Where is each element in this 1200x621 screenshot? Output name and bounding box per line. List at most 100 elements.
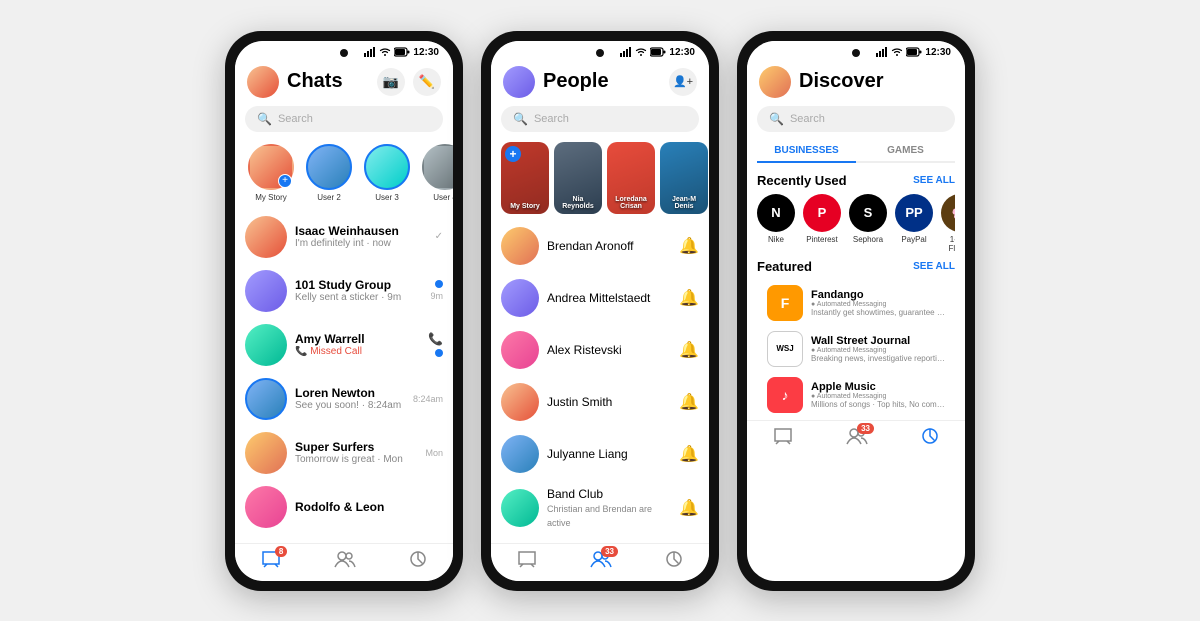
people-item[interactable]: Band ClubChristian and Brendan are activ… (491, 480, 709, 536)
nav-btn-1[interactable]: 33 (846, 427, 868, 450)
people-story-item[interactable]: Jean-M Denis (660, 142, 708, 214)
status-icons (876, 47, 922, 57)
people-screen: 12:30 People 👤+ 🔍Search + My Story Nia R… (491, 41, 709, 581)
chat-info: Loren Newton See you soon! · 8:24am (295, 386, 405, 411)
featured-icon: ♪ (767, 377, 803, 413)
featured-name: Apple Music (811, 381, 945, 393)
chat-meta: 9m (430, 280, 443, 301)
add-person-button[interactable]: 👤+ (669, 68, 697, 96)
unread-badge (435, 280, 443, 288)
nav-btn-2[interactable] (409, 550, 427, 573)
discover-header: Discover (747, 60, 965, 102)
people-action-icon[interactable]: 🔔 (679, 340, 699, 360)
people-action-icon[interactable]: 🔔 (679, 236, 699, 256)
tab-businesses[interactable]: BUSINESSES (757, 140, 856, 163)
people-item[interactable]: Julyanne Liang 🔔 (491, 428, 709, 480)
people-avatar (501, 489, 539, 527)
story-avatar (422, 144, 453, 190)
people-action-icon[interactable]: 🔔 (679, 498, 699, 518)
story-item[interactable]: User 4 (419, 144, 453, 202)
header-icons: 📷 ✏️ (377, 68, 441, 96)
story-item[interactable]: User 3 (361, 144, 413, 202)
section-header: Recently Used SEE ALL (757, 173, 955, 188)
checkmark-icon: ✓ (435, 231, 443, 242)
brand-item[interactable]: S Sephora (849, 194, 887, 253)
story-item[interactable]: User 2 (303, 144, 355, 202)
section-header: Featured SEE ALL (757, 259, 955, 274)
nav-btn-0[interactable] (773, 427, 793, 450)
story-label: User 2 (303, 193, 355, 202)
people-item[interactable]: Alex Ristevski 🔔 (491, 324, 709, 376)
brand-item[interactable]: 🌸 1-800 Flow... (941, 194, 955, 253)
story-label: My Story (503, 203, 547, 210)
featured-item[interactable]: F Fandango ● Automated Messaging Instant… (757, 280, 955, 326)
section-title: Featured (757, 259, 812, 274)
story-label: My Story (245, 193, 297, 202)
status-icons (620, 47, 666, 57)
chat-info: Super Surfers Tomorrow is great · Mon (295, 440, 417, 465)
chat-avatar (245, 486, 287, 528)
chat-item[interactable]: Rodolfo & Leon (235, 480, 453, 534)
brand-label: 1-800 Flow... (941, 235, 955, 253)
featured-name: Fandango (811, 289, 945, 301)
people-action-icon[interactable]: 🔔 (679, 444, 699, 464)
people-story-item[interactable]: Nia Reynolds (554, 142, 602, 214)
page-title: Discover (799, 70, 953, 93)
people-story-item[interactable]: Loredana Crisan (607, 142, 655, 214)
brand-item[interactable]: P Pinterest (803, 194, 841, 253)
nav-btn-2[interactable] (665, 550, 683, 573)
featured-name: Wall Street Journal (811, 335, 945, 347)
nav-btn-2[interactable] (921, 427, 939, 450)
nav-icon-0 (773, 427, 793, 450)
nav-btn-1[interactable]: 33 (590, 550, 612, 573)
people-action-icon[interactable]: 🔔 (679, 288, 699, 308)
camera-dot (852, 49, 860, 57)
nav-btn-0[interactable] (517, 550, 537, 573)
chat-item[interactable]: Isaac Weinhausen I'm definitely int · no… (235, 210, 453, 264)
featured-desc: Breaking news, investigative reporting..… (811, 354, 945, 363)
nav-btn-1[interactable] (334, 550, 356, 573)
people-name: Brendan Aronoff (547, 239, 671, 253)
brand-label: Nike (768, 235, 784, 244)
chat-item[interactable]: 101 Study Group Kelly sent a sticker · 9… (235, 264, 453, 318)
see-all-button[interactable]: SEE ALL (913, 175, 955, 186)
featured-info: Fandango ● Automated Messaging Instantly… (811, 289, 945, 317)
featured-item[interactable]: ♪ Apple Music ● Automated Messaging Mill… (757, 372, 955, 418)
people-action-icon[interactable]: 🔔 (679, 392, 699, 412)
people-header: People 👤+ (491, 60, 709, 102)
featured-item[interactable]: WSJ Wall Street Journal ● Automated Mess… (757, 326, 955, 372)
nav-icon-2 (409, 550, 427, 573)
page-title: Chats (287, 70, 377, 93)
chat-avatar (245, 216, 287, 258)
brand-label: Pinterest (806, 235, 838, 244)
people-avatar (501, 279, 539, 317)
chat-item[interactable]: Loren Newton See you soon! · 8:24am 8:24… (235, 372, 453, 426)
brand-item[interactable]: PP PayPal (895, 194, 933, 253)
tab-games[interactable]: GAMES (856, 140, 955, 161)
compose-button[interactable]: ✏️ (413, 68, 441, 96)
people-item[interactable]: Justin Smith 🔔 (491, 376, 709, 428)
chat-item[interactable]: Amy Warrell 📞 Missed Call 📞 (235, 318, 453, 372)
discover-screen: 12:30 Discover🔍SearchBUSINESSESGAMES Rec… (747, 41, 965, 581)
people-item[interactable]: Brendan Aronoff 🔔 (491, 220, 709, 272)
search-bar[interactable]: 🔍Search (501, 106, 699, 132)
nav-btn-0[interactable]: 8 (261, 550, 281, 573)
see-all-button[interactable]: SEE ALL (913, 261, 955, 272)
camera-button[interactable]: 📷 (377, 68, 405, 96)
chat-name: 101 Study Group (295, 278, 422, 292)
chat-meta: Mon (425, 448, 443, 458)
search-bar[interactable]: 🔍Search (245, 106, 443, 132)
chat-preview: Kelly sent a sticker · 9m (295, 292, 422, 303)
people-name: Julyanne Liang (547, 447, 671, 461)
search-icon: 🔍 (513, 112, 528, 126)
time-label: Mon (425, 448, 443, 458)
chat-item[interactable]: Super Surfers Tomorrow is great · Mon Mo… (235, 426, 453, 480)
people-item[interactable]: Andrea Mittelstaedt 🔔 (491, 272, 709, 324)
people-list: Brendan Aronoff 🔔 Andrea Mittelstaedt 🔔 … (491, 220, 709, 543)
search-bar[interactable]: 🔍Search (757, 106, 955, 132)
story-label: Jean-M Denis (662, 196, 706, 210)
people-story-item[interactable]: + My Story (501, 142, 549, 214)
brand-item[interactable]: N Nike (757, 194, 795, 253)
story-item[interactable]: +My Story (245, 144, 297, 202)
nav-icon-0 (517, 550, 537, 573)
